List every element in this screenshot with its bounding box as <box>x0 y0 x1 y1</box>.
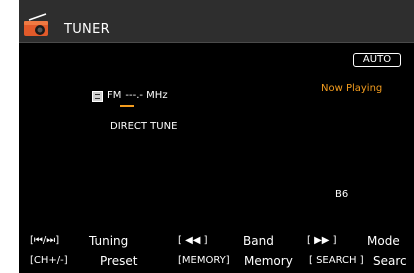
tuning-label: Tuning <box>89 234 129 248</box>
preset-key: [CH+/-] <box>30 255 68 266</box>
memory-label: Memory <box>244 254 293 268</box>
search-key: [ SEARCH ] <box>309 255 364 266</box>
band-label-help: Band <box>243 234 274 248</box>
input-cursor <box>120 105 134 107</box>
page-title: TUNER <box>64 22 110 37</box>
frequency-value: ---.- MHz <box>125 90 168 101</box>
radio-icon <box>24 13 48 36</box>
preset-label: Preset <box>100 254 138 268</box>
preset-number: B6 <box>335 189 349 200</box>
band-key: [ ◀◀ ] <box>178 235 208 246</box>
now-playing-label: Now Playing <box>321 83 383 94</box>
help-row-1: [⏮/⏭] Tuning [ ◀◀ ] Band [ ▶▶ ] Mode <box>19 233 414 251</box>
band-icon <box>92 90 103 102</box>
memory-key: [MEMORY] <box>178 255 230 266</box>
auto-mode-badge: AUTO <box>353 53 401 67</box>
title-bar: TUNER <box>19 0 414 43</box>
input-mode-label: DIRECT TUNE <box>110 121 178 132</box>
mode-key: [ ▶▶ ] <box>307 235 337 246</box>
mode-label: Mode <box>367 234 400 248</box>
band-label: FM <box>107 90 122 101</box>
tuning-key: [⏮/⏭] <box>30 235 60 246</box>
search-label: Searc <box>373 254 407 268</box>
frequency-readout: FM ---.- MHz <box>92 89 168 103</box>
help-row-2: [CH+/-] Preset [MEMORY] Memory [ SEARCH … <box>19 253 414 271</box>
tuner-screen: TUNER AUTO Now Playing FM ---.- MHz DIRE… <box>19 0 414 273</box>
